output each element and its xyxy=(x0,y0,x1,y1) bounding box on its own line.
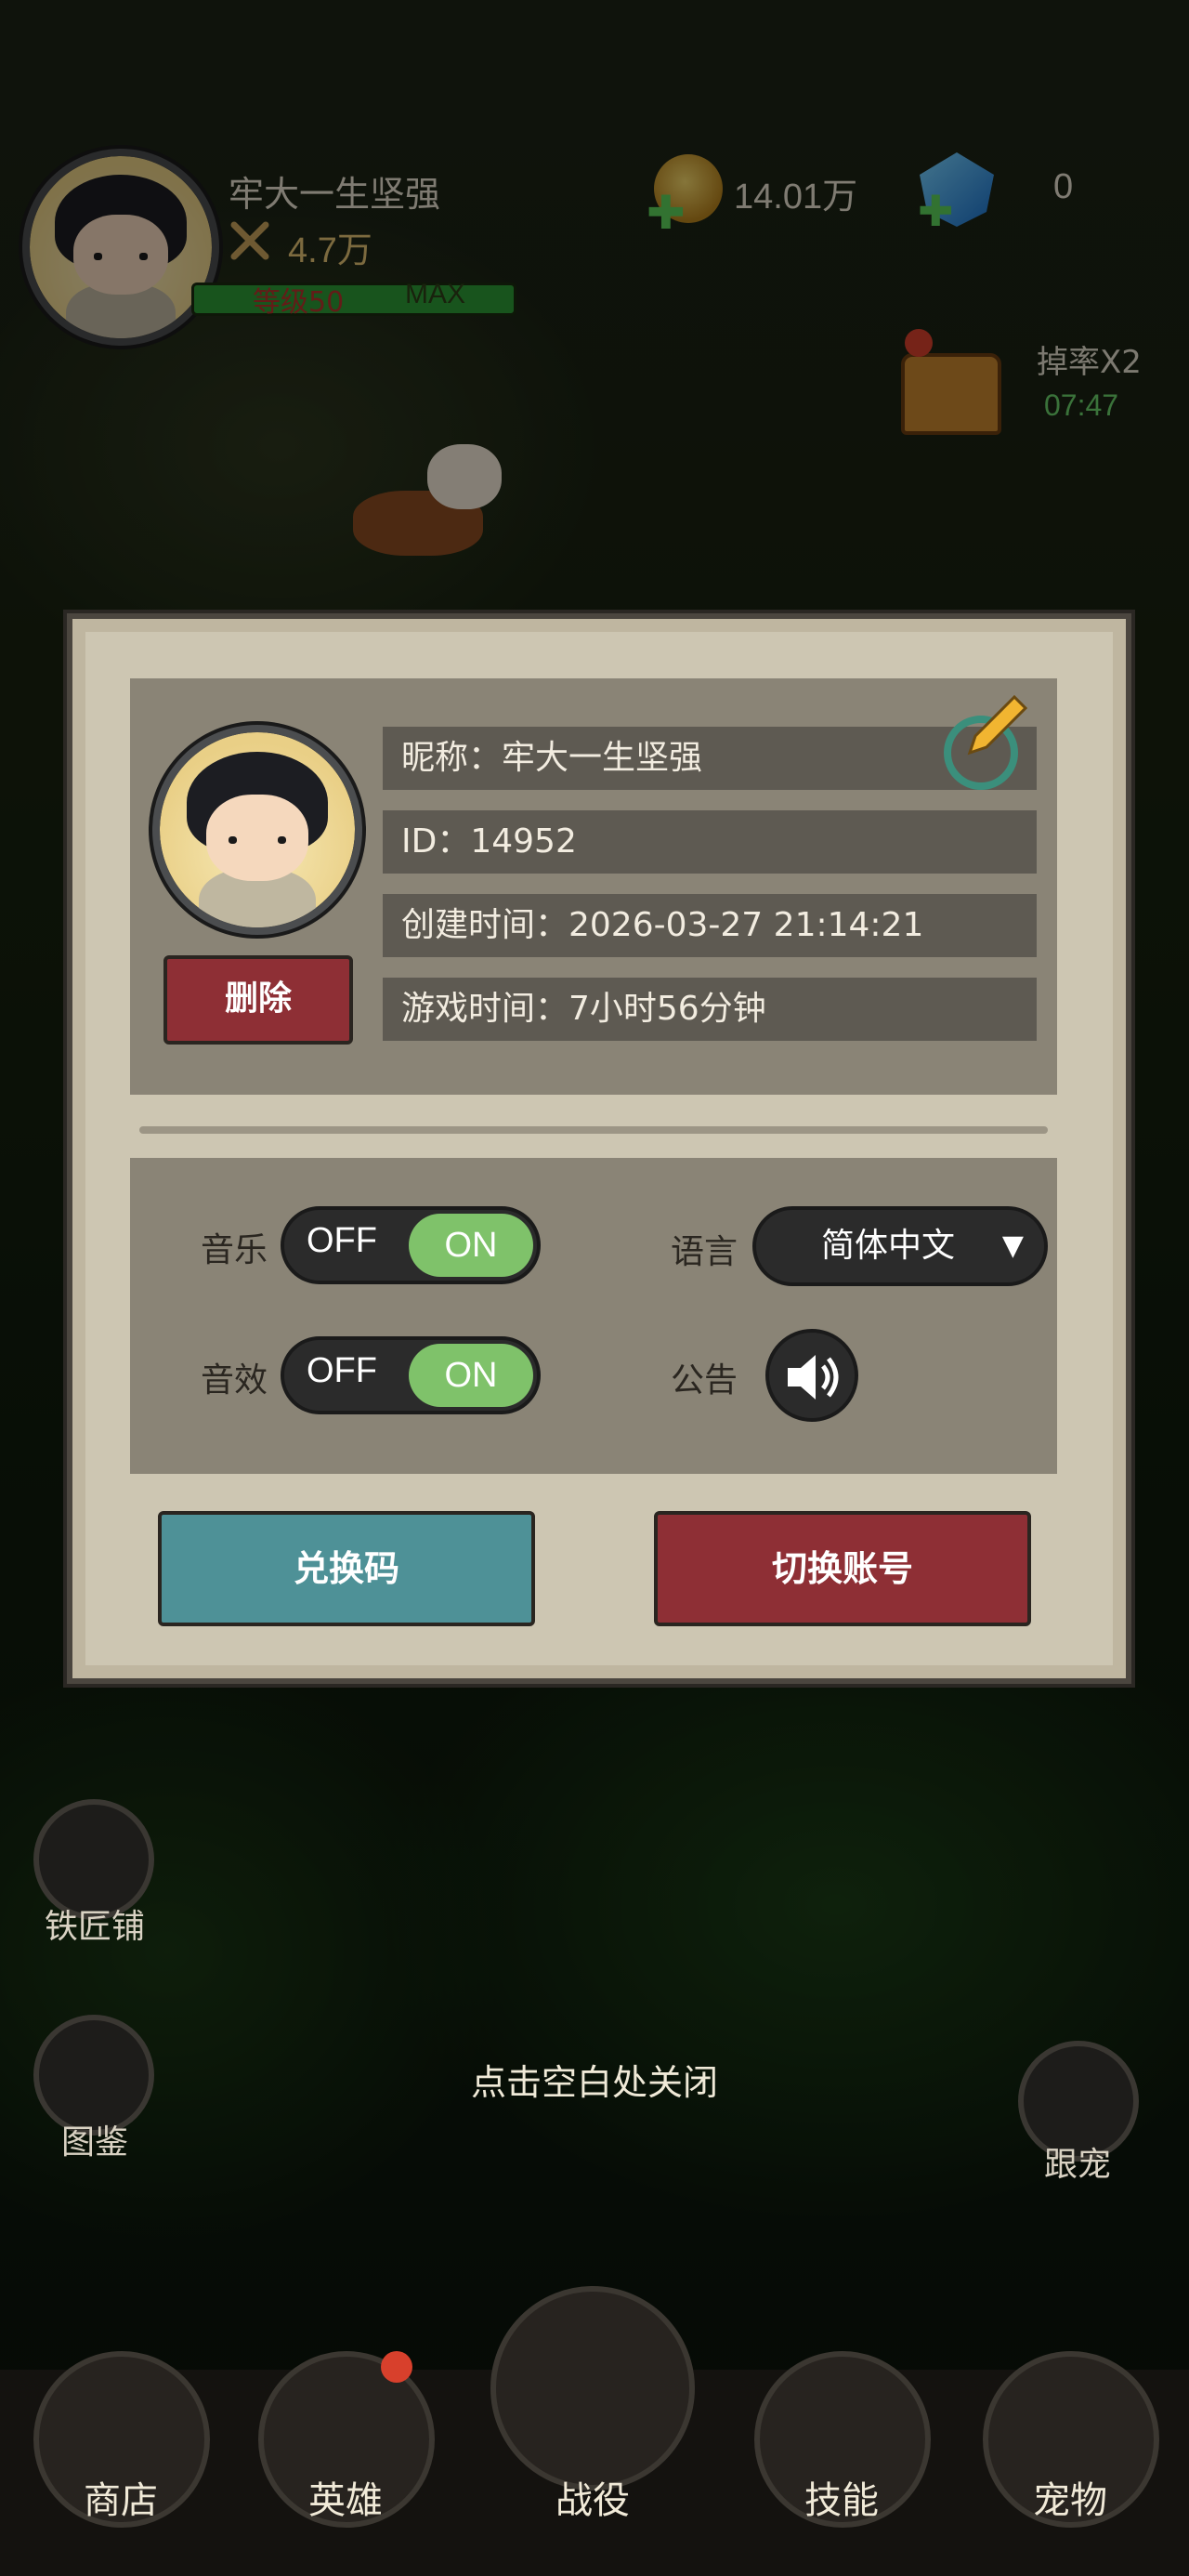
music-off-label: OFF xyxy=(307,1221,377,1260)
sfx-toggle[interactable]: OFF ON xyxy=(281,1336,541,1414)
nav-shop-label[interactable]: 商店 xyxy=(28,2470,214,2524)
created-time-row: 创建时间：2026-03-27 21:14:21 xyxy=(383,894,1037,957)
redeem-code-button[interactable]: 兑换码 xyxy=(158,1511,535,1626)
nav-skill-label[interactable]: 技能 xyxy=(749,2470,934,2524)
profile-avatar xyxy=(152,725,362,935)
music-label: 音乐 xyxy=(201,1231,268,1269)
nav-battle-label[interactable]: 战役 xyxy=(500,2470,686,2524)
delete-button[interactable]: 删除 xyxy=(163,955,353,1045)
notice-speaker-icon[interactable] xyxy=(765,1329,858,1422)
dropdown-arrow-icon: ▼ xyxy=(1001,1229,1024,1262)
crossed-swords-icon[interactable] xyxy=(490,2286,695,2491)
music-on-label: ON xyxy=(409,1214,533,1277)
sfx-off-label: OFF xyxy=(307,1351,377,1390)
codex-label[interactable]: 图鉴 xyxy=(11,2115,178,2163)
id-row: ID：14952 xyxy=(383,810,1037,874)
panel-divider xyxy=(139,1126,1048,1134)
sfx-label: 音效 xyxy=(201,1361,268,1400)
nav-hero-label[interactable]: 英雄 xyxy=(253,2470,438,2524)
close-hint: 点击空白处关闭 xyxy=(470,2062,718,2103)
play-time-row: 游戏时间：7小时56分钟 xyxy=(383,978,1037,1041)
hero-notification-dot xyxy=(381,2351,412,2383)
switch-account-button[interactable]: 切换账号 xyxy=(654,1511,1031,1626)
edit-pencil-icon[interactable] xyxy=(936,691,1029,790)
sfx-on-label: ON xyxy=(409,1344,533,1407)
language-select[interactable]: 简体中文 ▼ xyxy=(752,1206,1048,1286)
language-label: 语言 xyxy=(671,1233,738,1271)
music-toggle[interactable]: OFF ON xyxy=(281,1206,541,1284)
language-value: 简体中文 xyxy=(821,1227,956,1265)
nav-pet-label[interactable]: 宠物 xyxy=(977,2470,1163,2524)
notice-label: 公告 xyxy=(671,1361,738,1400)
blacksmith-label[interactable]: 铁匠铺 xyxy=(11,1899,178,1948)
settings-section xyxy=(130,1158,1057,1474)
pet-follow-label[interactable]: 跟宠 xyxy=(994,2137,1161,2186)
